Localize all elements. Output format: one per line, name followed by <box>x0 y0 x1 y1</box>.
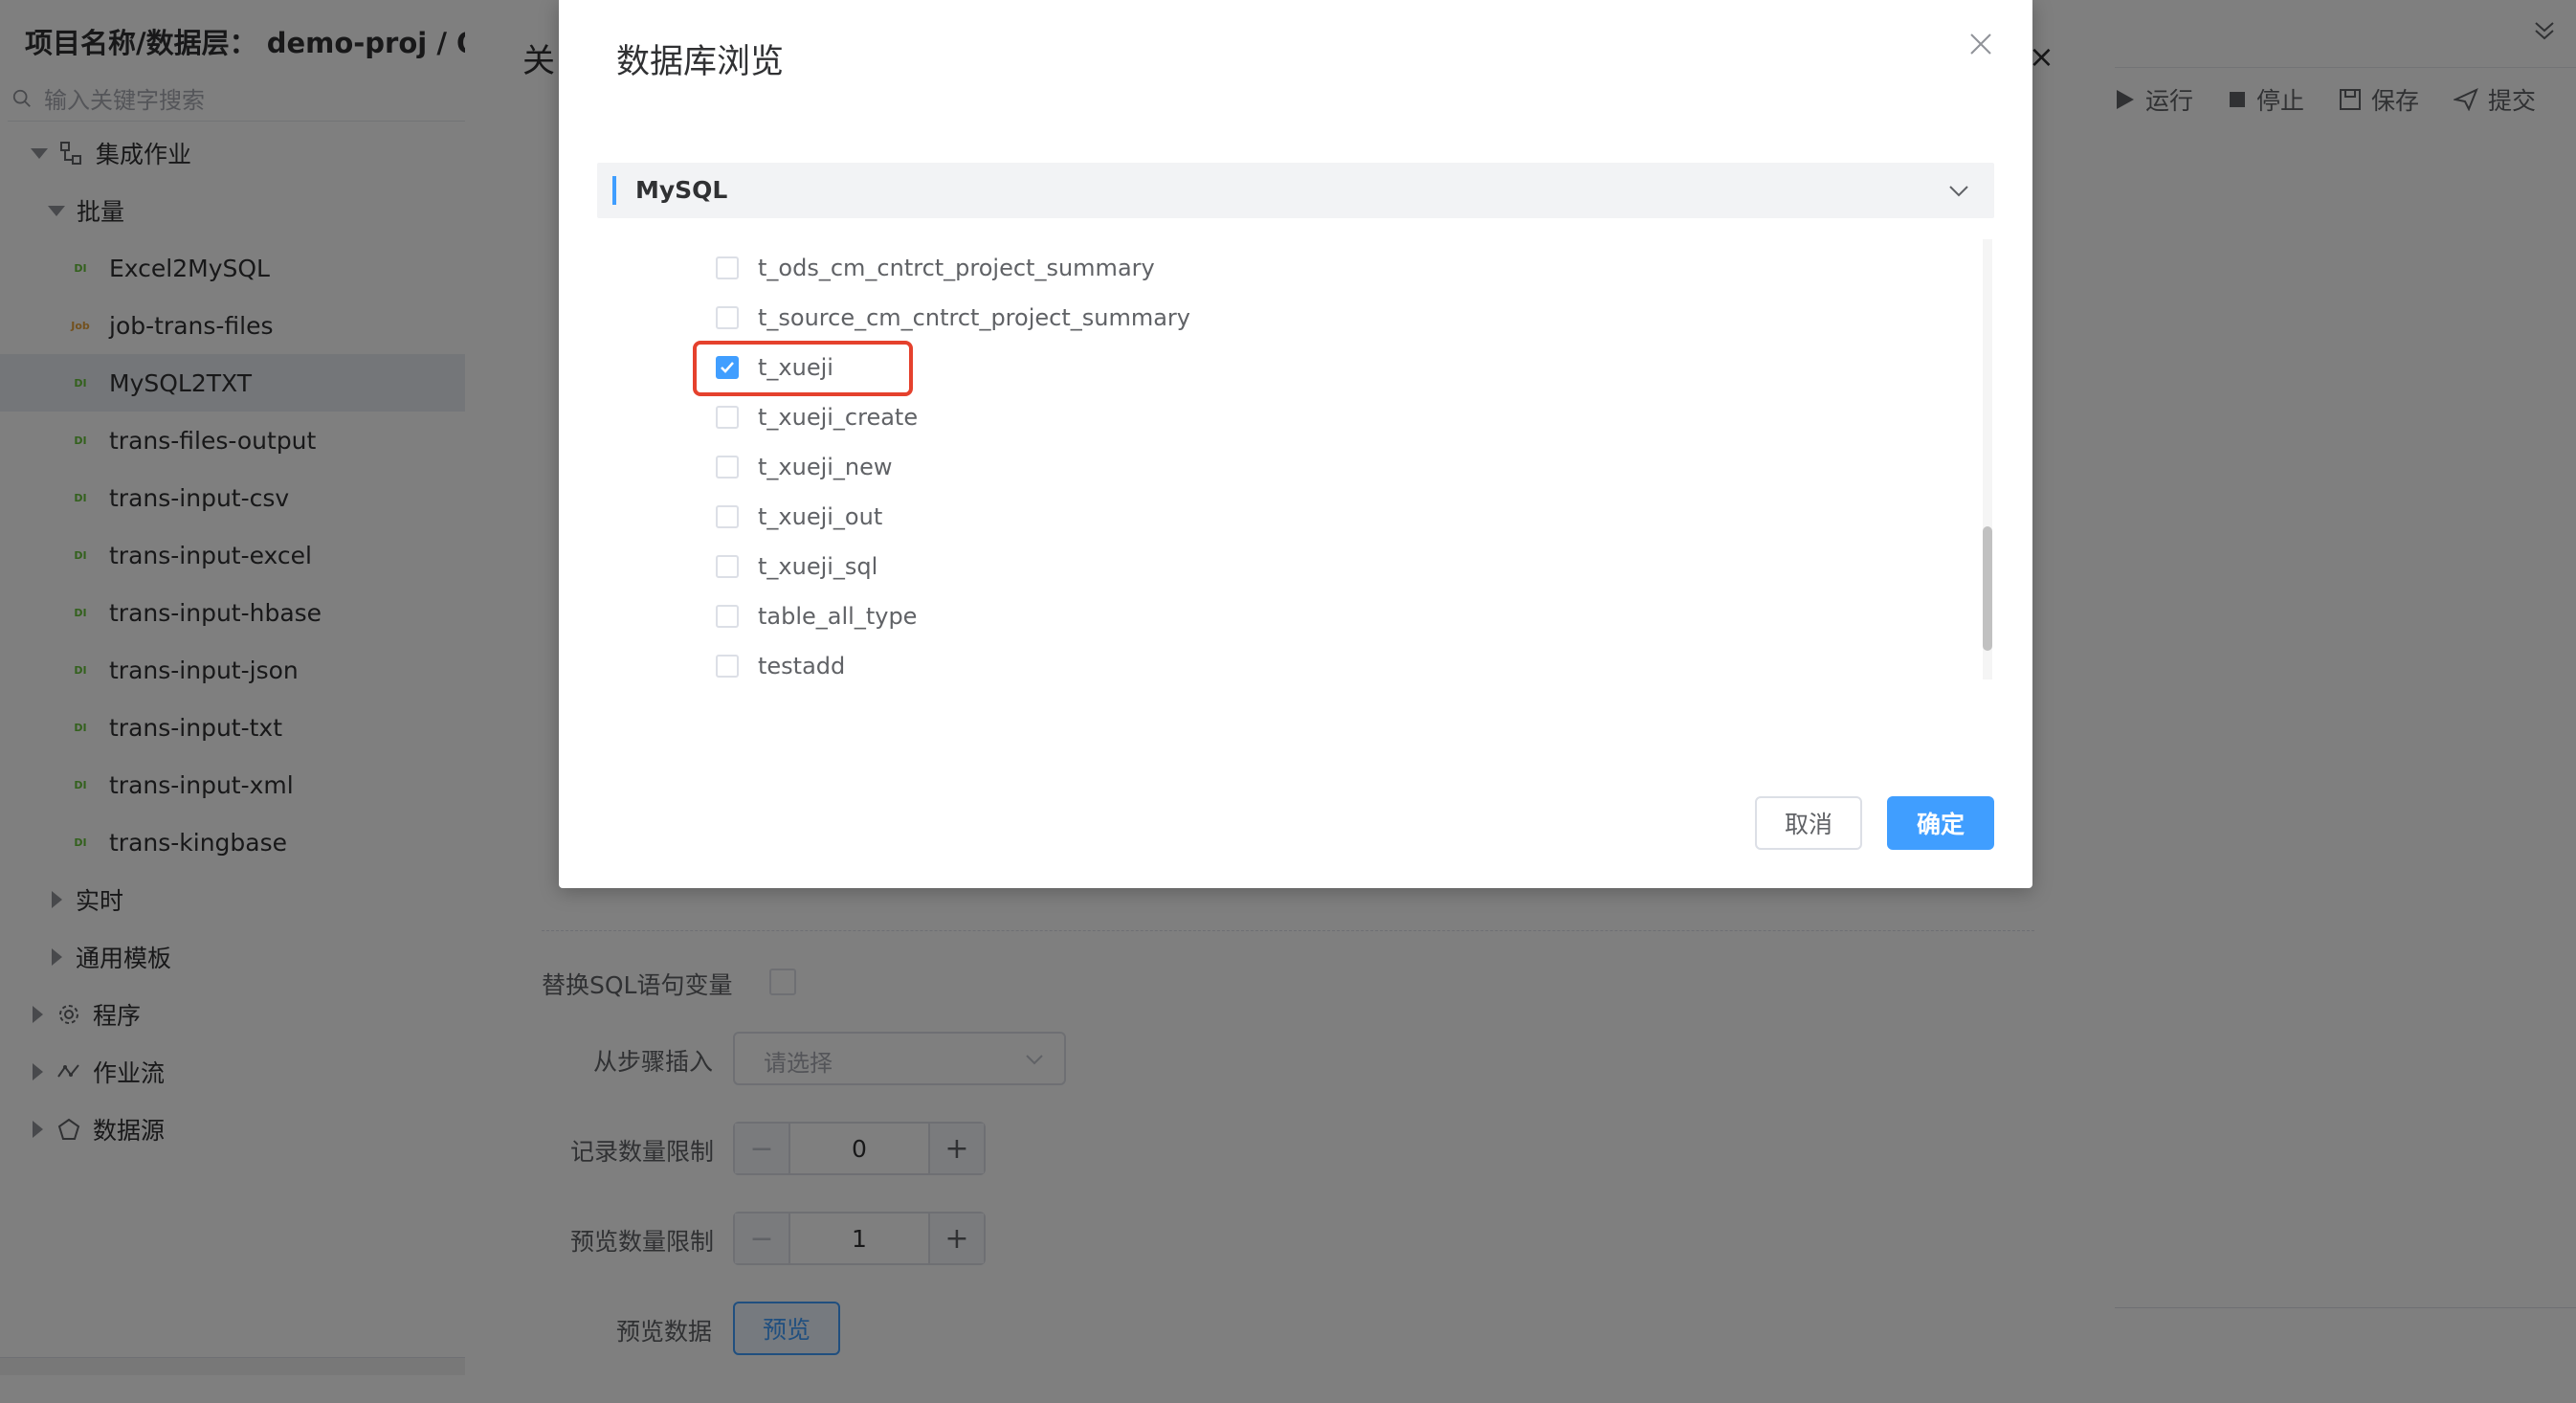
list-item[interactable]: t_xueji_new <box>716 442 893 492</box>
table-name: t_xueji_out <box>758 503 883 530</box>
table-list: t_ods_cm_cntrct_project_summary t_source… <box>597 239 1994 679</box>
table-name: testadd <box>758 653 846 679</box>
close-icon[interactable] <box>1965 29 1996 59</box>
table-name: t_source_cm_cntrct_project_summary <box>758 304 1190 331</box>
accent-bar <box>612 176 616 205</box>
table-name: t_ods_cm_cntrct_project_summary <box>758 255 1155 281</box>
table-name: t_xueji_sql <box>758 553 878 580</box>
list-item[interactable]: table_all_type <box>716 591 917 641</box>
list-item[interactable]: t_xueji_create <box>716 392 918 442</box>
checkbox[interactable] <box>716 555 739 578</box>
checkbox[interactable] <box>716 505 739 528</box>
selection-highlight <box>693 341 913 396</box>
scrollbar-thumb[interactable] <box>1983 526 1992 651</box>
confirm-button[interactable]: 确定 <box>1887 796 1994 850</box>
checkbox[interactable] <box>716 605 739 628</box>
dialog-title: 数据库浏览 <box>616 43 785 81</box>
checkbox[interactable] <box>716 406 739 429</box>
database-browse-dialog: 数据库浏览 MySQL t_ods_cm_cntrct_project_summ… <box>559 0 2032 888</box>
list-item[interactable]: t_xueji_out <box>716 492 882 542</box>
list-item[interactable]: t_ods_cm_cntrct_project_summary <box>716 243 1155 293</box>
cancel-button[interactable]: 取消 <box>1755 796 1862 850</box>
checkbox[interactable] <box>716 306 739 329</box>
checkbox[interactable] <box>716 256 739 279</box>
checkbox[interactable] <box>716 456 739 479</box>
chevron-down-icon[interactable] <box>1946 178 1971 203</box>
db-type-collapse-header[interactable]: MySQL <box>597 163 1994 218</box>
list-scrollbar[interactable] <box>1983 239 1992 679</box>
table-name: table_all_type <box>758 603 918 630</box>
table-name: t_xueji_new <box>758 454 893 480</box>
table-name: t_xueji_create <box>758 404 919 431</box>
list-item[interactable]: testadd <box>716 641 845 679</box>
checkbox[interactable] <box>716 655 739 678</box>
list-item[interactable]: t_source_cm_cntrct_project_summary <box>716 293 1190 343</box>
list-item[interactable]: t_xueji_sql <box>716 542 877 591</box>
db-type-label: MySQL <box>635 176 728 204</box>
